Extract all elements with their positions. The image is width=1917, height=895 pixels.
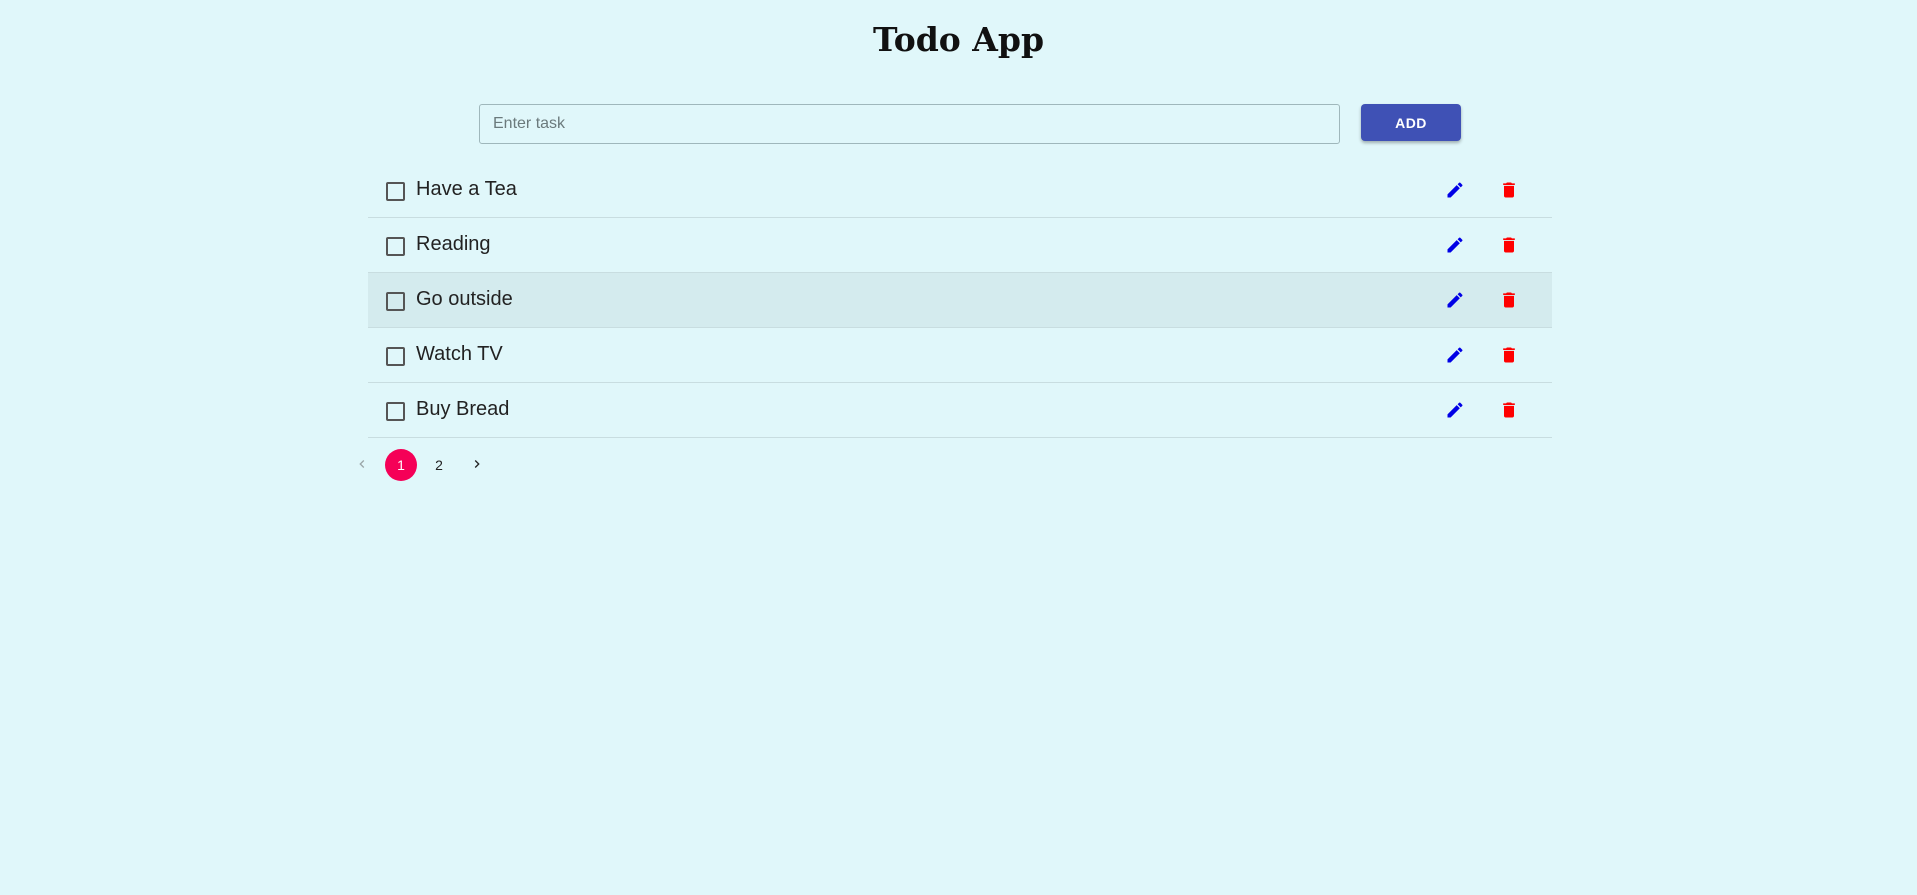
- task-checkbox[interactable]: [386, 402, 405, 421]
- task-row: Have a Tea: [368, 163, 1552, 218]
- delete-task-button[interactable]: [1495, 231, 1523, 259]
- pencil-icon: [1447, 237, 1463, 253]
- page-button-1[interactable]: 1: [385, 449, 417, 481]
- task-label: Have a Tea: [416, 178, 517, 200]
- task-row: Reading: [368, 218, 1552, 273]
- task-checkbox[interactable]: [386, 237, 405, 256]
- chevron-left-icon: [359, 460, 365, 468]
- pencil-icon: [1447, 347, 1463, 363]
- next-page-button[interactable]: [465, 448, 489, 480]
- task-checkbox[interactable]: [386, 182, 405, 201]
- edit-task-button[interactable]: [1441, 286, 1469, 314]
- prev-page-button[interactable]: [350, 448, 374, 480]
- edit-task-button[interactable]: [1441, 231, 1469, 259]
- chevron-right-icon: [474, 460, 480, 468]
- trash-icon: [1503, 182, 1515, 198]
- task-input[interactable]: [479, 104, 1340, 144]
- task-list: Have a Tea Reading Go outside Watch TV B…: [368, 163, 1552, 438]
- add-button[interactable]: ADD: [1361, 104, 1461, 141]
- task-row: Buy Bread: [368, 383, 1552, 438]
- edit-task-button[interactable]: [1441, 176, 1469, 204]
- delete-task-button[interactable]: [1495, 286, 1523, 314]
- pencil-icon: [1447, 402, 1463, 418]
- app-title: Todo App: [872, 20, 1045, 59]
- trash-icon: [1503, 402, 1515, 418]
- trash-icon: [1503, 237, 1515, 253]
- task-label: Buy Bread: [416, 398, 510, 420]
- task-label: Reading: [416, 233, 491, 255]
- task-label: Watch TV: [416, 343, 503, 365]
- trash-icon: [1503, 347, 1515, 363]
- task-row: Go outside: [368, 273, 1552, 328]
- delete-task-button[interactable]: [1495, 341, 1523, 369]
- pencil-icon: [1447, 292, 1463, 308]
- task-label: Go outside: [416, 288, 513, 310]
- delete-task-button[interactable]: [1495, 176, 1523, 204]
- edit-task-button[interactable]: [1441, 341, 1469, 369]
- delete-task-button[interactable]: [1495, 396, 1523, 424]
- edit-task-button[interactable]: [1441, 396, 1469, 424]
- page-button-2[interactable]: 2: [423, 449, 455, 481]
- task-checkbox[interactable]: [386, 292, 405, 311]
- pagination: 1 2: [350, 448, 500, 481]
- trash-icon: [1503, 292, 1515, 308]
- task-row: Watch TV: [368, 328, 1552, 383]
- pencil-icon: [1447, 182, 1463, 198]
- task-checkbox[interactable]: [386, 347, 405, 366]
